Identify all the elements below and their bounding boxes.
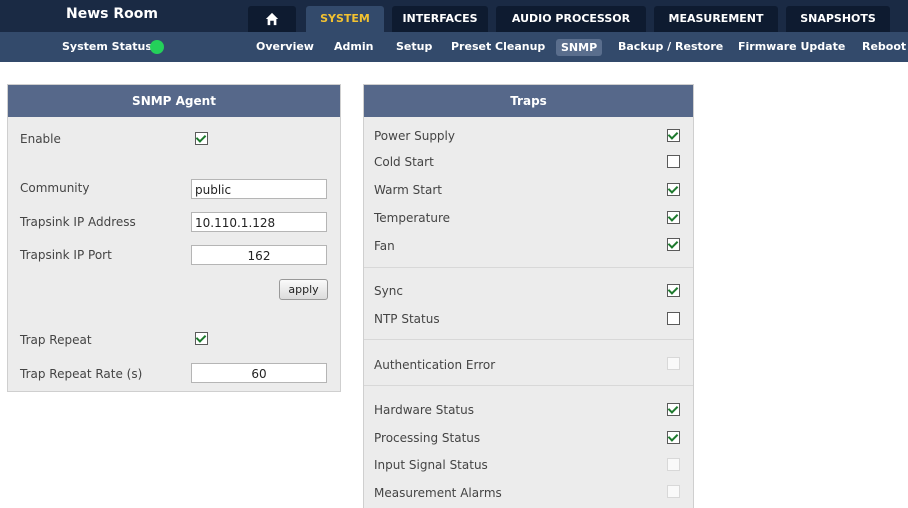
trap-checkbox-ntp-status[interactable] (667, 312, 680, 325)
community-label: Community (20, 181, 90, 195)
traps-panel: Traps Power Supply Cold Start Warm Start… (363, 84, 694, 508)
trapsink-port-input[interactable]: 162 (191, 245, 327, 265)
tab-home[interactable] (248, 6, 296, 32)
trap-label-warm-start: Warm Start (374, 183, 442, 197)
tab-snapshots[interactable]: SNAPSHOTS (786, 6, 890, 32)
tab-audio-processor[interactable]: AUDIO PROCESSOR (496, 6, 646, 32)
trap-checkbox-warm-start[interactable] (667, 183, 680, 196)
snmp-agent-title: SNMP Agent (8, 85, 340, 117)
trap-repeat-checkbox[interactable] (195, 332, 208, 345)
subnav-setup[interactable]: Setup (396, 32, 432, 62)
trap-checkbox-authentication-error (667, 357, 680, 370)
sub-nav: System Status Overview Admin Setup Prese… (0, 32, 908, 62)
trap-checkbox-power-supply[interactable] (667, 129, 680, 142)
subnav-backup-restore[interactable]: Backup / Restore (618, 32, 723, 62)
enable-checkbox[interactable] (195, 132, 208, 145)
status-indicator-icon (150, 40, 164, 54)
trap-repeat-rate-input[interactable]: 60 (191, 363, 327, 383)
trap-checkbox-cold-start[interactable] (667, 155, 680, 168)
divider (364, 339, 693, 340)
trap-repeat-label: Trap Repeat (20, 333, 92, 347)
top-bar: News Room SYSTEM INTERFACES AUDIO PROCES… (0, 0, 908, 32)
trapsink-ip-input[interactable]: 10.110.1.128 (191, 212, 327, 232)
trap-label-ntp-status: NTP Status (374, 312, 440, 326)
divider (364, 385, 693, 386)
tab-system[interactable]: SYSTEM (306, 6, 384, 32)
tab-measurement[interactable]: MEASUREMENT (654, 6, 778, 32)
trap-checkbox-hardware-status[interactable] (667, 403, 680, 416)
app-title: News Room (66, 6, 158, 22)
subnav-admin[interactable]: Admin (334, 32, 373, 62)
trap-label-authentication-error: Authentication Error (374, 358, 496, 372)
trap-checkbox-input-signal-status (667, 458, 680, 471)
subnav-firmware-update[interactable]: Firmware Update (738, 32, 845, 62)
subnav-snmp[interactable]: SNMP (556, 39, 603, 56)
snmp-agent-panel: SNMP Agent Enable Community public Traps… (7, 84, 341, 392)
trap-checkbox-sync[interactable] (667, 284, 680, 297)
system-status-label: System Status (62, 40, 152, 53)
trap-label-cold-start: Cold Start (374, 155, 434, 169)
trap-label-processing-status: Processing Status (374, 431, 481, 445)
trap-checkbox-temperature[interactable] (667, 211, 680, 224)
community-input[interactable]: public (191, 179, 327, 199)
trap-checkbox-measurement-alarms (667, 485, 680, 498)
trap-label-measurement-alarms: Measurement Alarms (374, 486, 502, 500)
trap-label-temperature: Temperature (374, 211, 451, 225)
trap-checkbox-processing-status[interactable] (667, 431, 680, 444)
tab-interfaces[interactable]: INTERFACES (392, 6, 488, 32)
trap-label-power-supply: Power Supply (374, 129, 455, 143)
home-icon (265, 12, 279, 26)
trapsink-ip-label: Trapsink IP Address (20, 215, 136, 229)
trap-label-hardware-status: Hardware Status (374, 403, 474, 417)
subnav-overview[interactable]: Overview (256, 32, 314, 62)
trap-label-sync: Sync (374, 284, 403, 298)
trap-repeat-rate-label: Trap Repeat Rate (s) (20, 367, 143, 381)
trap-checkbox-fan[interactable] (667, 238, 680, 251)
trap-label-fan: Fan (374, 239, 395, 253)
traps-title: Traps (364, 85, 693, 117)
divider (364, 267, 693, 268)
subnav-preset-cleanup[interactable]: Preset Cleanup (451, 32, 545, 62)
subnav-reboot[interactable]: Reboot (862, 32, 906, 62)
apply-button[interactable]: apply (279, 279, 328, 300)
trapsink-port-label: Trapsink IP Port (20, 248, 112, 262)
trap-label-input-signal-status: Input Signal Status (374, 458, 488, 472)
enable-label: Enable (20, 132, 61, 146)
